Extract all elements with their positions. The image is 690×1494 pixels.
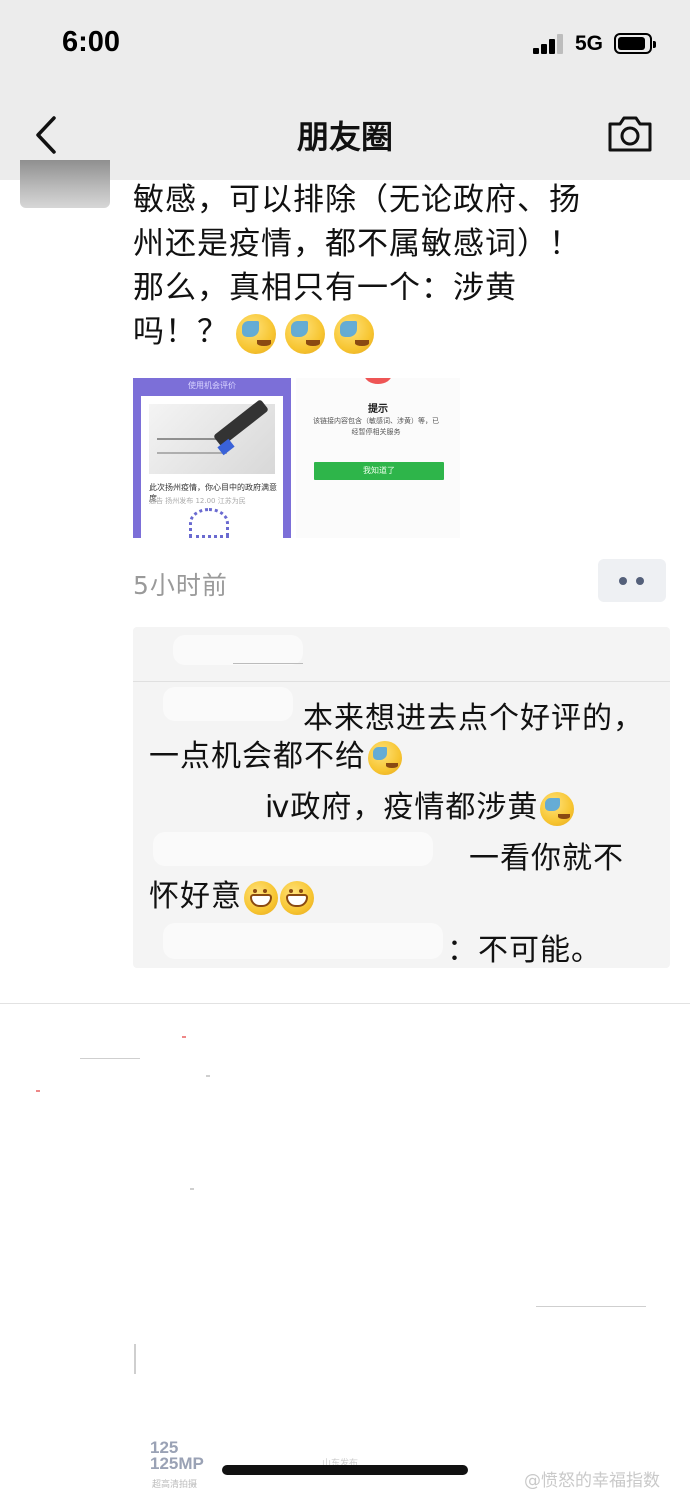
comment-text: 怀好意 [149,879,242,914]
comment-text: ⅳ政府，疫情都涉黄 [265,790,539,825]
facepalm-cry-emoji [334,314,375,354]
alert-icon [364,378,392,384]
comment-text: 一点机会都不给 [149,739,366,774]
dialog-message: 该链接内容包含（敏感词、涉黄）等，已经暂停相关服务 [313,417,439,436]
facepalm-cry-emoji [285,314,326,354]
thumbnail-subtext: 超高清拍摄 [152,1480,198,1490]
facepalm-cry-emoji [540,791,575,826]
post-image-2[interactable]: 提示 该链接内容包含（敏感词、涉黄）等，已经暂停相关服务 我知道了 [296,378,460,538]
facepalm-cry-emoji [368,740,402,775]
image-header-text: 使用机会评价 [188,381,236,390]
watermark: @愤怒的幸福指数 [524,1471,660,1491]
comment-text: ⅳ政府，疫情都涉黄 [265,782,575,826]
post-text: 敏感，可以排除（无论政府、扬 州还是疫情，都不属敏感词）！ 那么，真相只有一个：… [133,182,581,350]
camera-icon[interactable] [606,112,654,156]
feed-divider [0,1003,690,1004]
grinning-emoji [280,880,314,915]
image-meta: 通告 扬州发布 12.00 江苏为民 [149,497,246,505]
dialog-ok-button: 我知道了 [314,462,444,480]
qr-code-icon [189,508,229,538]
home-indicator[interactable] [222,1465,468,1475]
comments-box: 本来想进去点个好评的， 一点机会都不给 ⅳ政府，疫情都涉黄 一看你就不 怀好意 … [133,627,670,968]
comment-text: 一点机会都不给 [149,731,402,775]
facepalm-cry-emoji [236,314,276,354]
post-timestamp: 5小时前 [133,571,228,600]
more-button[interactable] [598,559,666,602]
comment-text: 怀好意 [149,871,314,915]
grinning-emoji [244,880,278,915]
status-bar: 6:00 5G [0,0,690,90]
page-title: 朋友圈 [296,118,393,156]
signal-icon [533,34,567,54]
avatar[interactable] [20,160,110,208]
network-label: 5G [575,32,604,55]
battery-icon [614,33,656,54]
comment-text: ：不可能。 [447,933,602,968]
status-time: 6:00 [62,26,121,58]
dialog-title: 提示 [368,404,388,415]
thumbnail-label-line: 125MP [150,1454,204,1473]
thumbnail-label: 125 125MP [150,1439,204,1473]
comment-text: 一看你就不 [469,841,624,876]
post-image-1[interactable]: 使用机会评价 此次扬州疫情，你心目中的政府满意度 通告 扬州发布 12.00 江… [133,378,291,538]
emoji-row [236,314,378,358]
